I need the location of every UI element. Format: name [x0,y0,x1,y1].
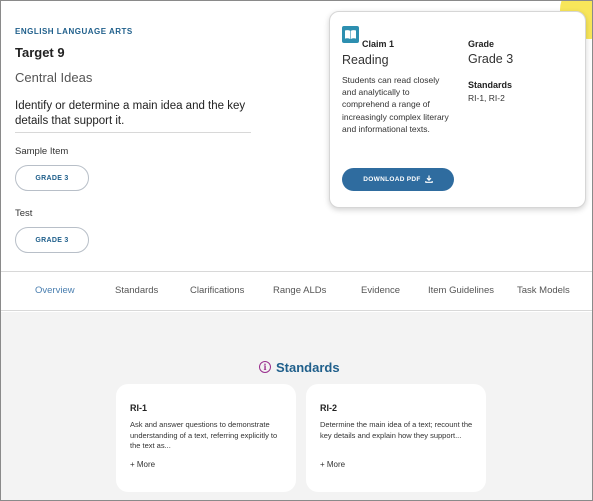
subject-label: ENGLISH LANGUAGE ARTS [15,27,133,36]
standard-code: RI-2 [320,403,338,413]
more-link[interactable]: + More [320,460,345,469]
tab-bar: Overview Standards Clarifications Range … [1,271,592,311]
tab-evidence[interactable]: Evidence [361,285,400,296]
page-frame: ENGLISH LANGUAGE ARTS Target 9 Central I… [0,0,593,501]
target-description: Identify or determine a main idea and th… [15,99,251,133]
test-label: Test [15,208,33,219]
standard-card-ri-1: RI-1 Ask and answer questions to demonst… [116,384,296,492]
standard-card-ri-2: RI-2 Determine the main idea of a text; … [306,384,486,492]
download-pdf-button[interactable]: DOWNLOAD PDF [342,168,454,191]
tab-task-models[interactable]: Task Models [517,285,570,296]
standards-section-heading: i Standards [259,359,340,375]
standard-code: RI-1 [130,403,148,413]
content-area [1,312,592,500]
claim-card: Claim 1 Reading Students can read closel… [329,11,586,208]
target-subtitle: Central Ideas [15,70,93,85]
test-grade-button[interactable]: GRADE 3 [15,227,89,253]
grade-value: Grade 3 [468,52,514,66]
book-icon [342,26,359,43]
tab-standards[interactable]: Standards [115,285,158,296]
tab-overview[interactable]: Overview [35,285,75,296]
download-icon [424,175,433,185]
info-icon[interactable]: i [259,361,271,373]
standards-section-title: Standards [276,359,340,375]
target-title: Target 9 [15,45,65,60]
standard-text: Determine the main idea of a text; recou… [320,420,473,440]
tab-range-alds[interactable]: Range ALDs [273,285,326,296]
claim-description: Students can read closely and analytical… [342,75,449,134]
download-pdf-label: DOWNLOAD PDF [363,176,421,183]
sample-item-label: Sample Item [15,146,69,157]
more-link[interactable]: + More [130,460,155,469]
standard-text: Ask and answer questions to demonstrate … [130,420,278,450]
claim-label: Claim 1 [362,39,395,49]
tab-item-guidelines[interactable]: Item Guidelines [428,285,494,296]
tab-clarifications[interactable]: Clarifications [190,285,244,296]
standards-heading: Standards [468,80,513,90]
claim-name: Reading [342,53,389,67]
grade-heading: Grade [468,39,495,49]
standards-value: RI-1, RI-2 [468,93,505,103]
sample-item-grade-button[interactable]: GRADE 3 [15,165,89,191]
